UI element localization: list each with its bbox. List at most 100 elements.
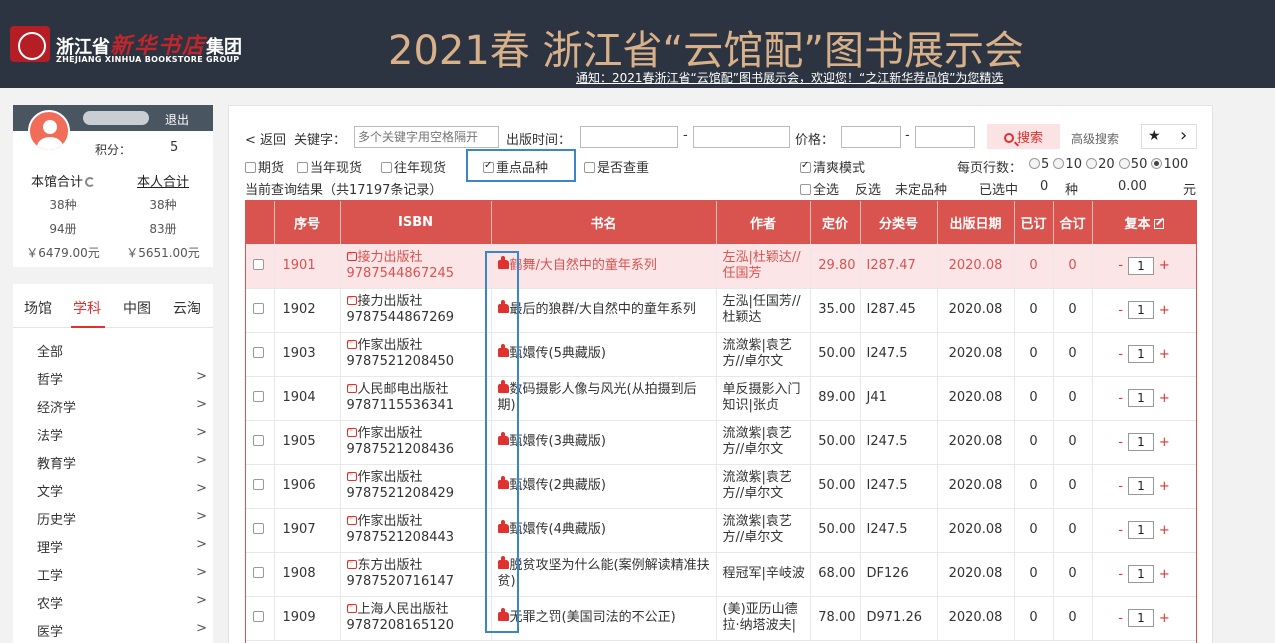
select-all[interactable]: 全选 (800, 179, 839, 198)
row-checkbox[interactable] (253, 479, 265, 490)
increment-button[interactable]: + (1159, 303, 1170, 318)
checkbox[interactable] (297, 162, 308, 173)
back-link[interactable]: < 返回 (245, 129, 286, 148)
table-row[interactable]: 1901接力出版社9787544867245鹤舞/大自然中的童年系列左泓|杜颖达… (246, 244, 1196, 289)
invert-selection[interactable]: 反选 (855, 179, 881, 198)
table-row[interactable]: 1906作家出版社9787521208429甄嬛传(2典藏版)流潋紫|袁艺方//… (246, 464, 1196, 509)
advanced-search-link[interactable]: 高级搜索 (1071, 130, 1119, 147)
quantity-input[interactable]: 1 (1127, 477, 1154, 495)
decrement-button[interactable]: - (1118, 611, 1123, 626)
table-row[interactable]: 1902接力出版社9787544867269最后的狼群/大自然中的童年系列左泓|… (246, 288, 1196, 333)
row-publisher[interactable]: 作家出版社 (358, 426, 423, 441)
row-publisher[interactable]: 人民邮电出版社 (358, 382, 449, 397)
row-title[interactable]: 无罪之罚(美国司法的不公正) (510, 610, 676, 625)
rows-option-20[interactable]: 20 (1086, 157, 1115, 172)
row-title-cell[interactable]: 脱贫攻坚为什么能(案例解读精准扶贫) (491, 552, 717, 597)
category-item[interactable]: 理学 > (37, 537, 207, 556)
table-row[interactable]: 1903作家出版社9787521208450甄嬛传(5典藏版)流潋紫|袁艺方//… (246, 332, 1196, 377)
increment-button[interactable]: + (1159, 391, 1170, 406)
increment-button[interactable]: + (1159, 347, 1170, 362)
row-title[interactable]: 甄嬛传(3典藏版) (510, 434, 606, 449)
checkbox[interactable] (584, 162, 595, 173)
row-publisher[interactable]: 接力出版社 (358, 294, 423, 309)
quantity-input[interactable]: 1 (1127, 389, 1154, 407)
row-title-cell[interactable]: 甄嬛传(2典藏版) (491, 464, 717, 509)
row-publisher[interactable]: 上海人民出版社 (358, 602, 449, 617)
row-title-cell[interactable]: 甄嬛传(3典藏版) (491, 420, 717, 465)
checkbox[interactable] (245, 162, 256, 173)
date-from-input[interactable] (580, 126, 678, 148)
decrement-button[interactable]: - (1118, 258, 1123, 273)
filter-current-year[interactable]: 当年现货 (297, 157, 362, 176)
row-publisher[interactable]: 作家出版社 (358, 470, 423, 485)
rows-option-10[interactable]: 10 (1053, 157, 1082, 172)
row-title-cell[interactable]: 无罪之罚(美国司法的不公正) (491, 596, 717, 641)
tab-clc[interactable]: 中图 (123, 298, 151, 318)
undetermined-titles[interactable]: 未定品种 (895, 179, 947, 198)
header-title[interactable]: 书名 (491, 201, 717, 244)
tab-venue[interactable]: 场馆 (24, 298, 52, 318)
row-title-cell[interactable]: 数码摄影人像与风光(从拍摄到后期) (491, 376, 717, 421)
category-item[interactable]: 教育学 > (37, 453, 207, 472)
row-title[interactable]: 最后的狼群/大自然中的童年系列 (510, 302, 696, 317)
price-to-input[interactable] (915, 126, 975, 148)
star-icon[interactable]: ★ (1148, 128, 1161, 144)
notice-marquee[interactable]: 通知：2021春浙江省“云馆配”图书展示会，欢迎您！“之江新华荐品馆”为您精选 (576, 69, 1090, 87)
decrement-button[interactable]: - (1118, 303, 1123, 318)
category-item[interactable]: 医学 > (37, 621, 207, 640)
row-checkbox[interactable] (253, 347, 265, 358)
checkbox[interactable] (381, 162, 392, 173)
increment-button[interactable]: + (1159, 479, 1170, 494)
rows-option-5[interactable]: 5 (1029, 157, 1049, 172)
increment-button[interactable]: + (1159, 611, 1170, 626)
row-publisher[interactable]: 接力出版社 (358, 250, 423, 265)
row-title-cell[interactable]: 甄嬛传(5典藏版) (491, 332, 717, 377)
checkbox-checked[interactable] (800, 160, 811, 173)
refresh-icon[interactable] (85, 177, 95, 187)
table-row[interactable]: 1907作家出版社9787521208443甄嬛传(4典藏版)流潋紫|袁艺方//… (246, 508, 1196, 553)
checkbox[interactable] (800, 184, 811, 195)
row-title-cell[interactable]: 最后的狼群/大自然中的童年系列 (491, 288, 717, 333)
row-title[interactable]: 脱贫攻坚为什么能(案例解读精准扶贫) (498, 558, 710, 589)
decrement-button[interactable]: - (1118, 523, 1123, 538)
category-item[interactable]: 经济学 > (37, 397, 207, 416)
increment-button[interactable]: + (1159, 567, 1170, 582)
row-title-cell[interactable]: 甄嬛传(4典藏版) (491, 508, 717, 553)
row-checkbox[interactable] (253, 391, 265, 402)
row-title[interactable]: 甄嬛传(2典藏版) (510, 478, 606, 493)
tab-subject[interactable]: 学科 (73, 298, 101, 318)
row-checkbox[interactable] (253, 611, 265, 622)
quantity-input[interactable]: 1 (1127, 345, 1154, 363)
chevron-right-icon[interactable]: › (1180, 125, 1187, 146)
table-row[interactable]: 1904人民邮电出版社9787115536341数码摄影人像与风光(从拍摄到后期… (246, 376, 1196, 421)
header-ordered[interactable]: 已订 (1014, 201, 1054, 244)
search-button[interactable]: 搜索 (987, 124, 1060, 149)
category-item[interactable]: 工学 > (37, 565, 207, 584)
header-isbn[interactable]: ISBN (340, 201, 492, 244)
row-title[interactable]: 甄嬛传(4典藏版) (510, 522, 606, 537)
row-publisher[interactable]: 作家出版社 (358, 338, 423, 353)
category-all[interactable]: 全部 (37, 341, 207, 360)
category-item[interactable]: 农学 > (37, 593, 207, 612)
header-class[interactable]: 分类号 (860, 201, 938, 244)
header-price[interactable]: 定价 (810, 201, 861, 244)
table-row[interactable]: 1905作家出版社9787521208436甄嬛传(3典藏版)流潋紫|袁艺方//… (246, 420, 1196, 465)
quantity-input[interactable]: 1 (1127, 433, 1154, 451)
decrement-button[interactable]: - (1118, 347, 1123, 362)
filter-duplicate-check[interactable]: 是否查重 (584, 157, 649, 176)
category-item[interactable]: 历史学 > (37, 509, 207, 528)
clean-mode-toggle[interactable]: 清爽模式 (800, 157, 865, 176)
date-to-input[interactable] (693, 126, 790, 148)
rows-option-100[interactable]: 100 (1151, 157, 1188, 172)
category-item[interactable]: 文学 > (37, 481, 207, 500)
row-publisher[interactable]: 东方出版社 (358, 558, 423, 573)
row-checkbox[interactable] (253, 435, 265, 446)
header-copies[interactable]: 复本 (1092, 201, 1196, 244)
filter-past-year[interactable]: 往年现货 (381, 157, 446, 176)
edit-icon[interactable] (1153, 219, 1164, 229)
rows-option-50[interactable]: 50 (1118, 157, 1147, 172)
checkbox-checked[interactable] (483, 160, 494, 173)
header-date[interactable]: 出版日期 (937, 201, 1015, 244)
decrement-button[interactable]: - (1118, 479, 1123, 494)
filter-futures[interactable]: 期货 (245, 157, 284, 176)
